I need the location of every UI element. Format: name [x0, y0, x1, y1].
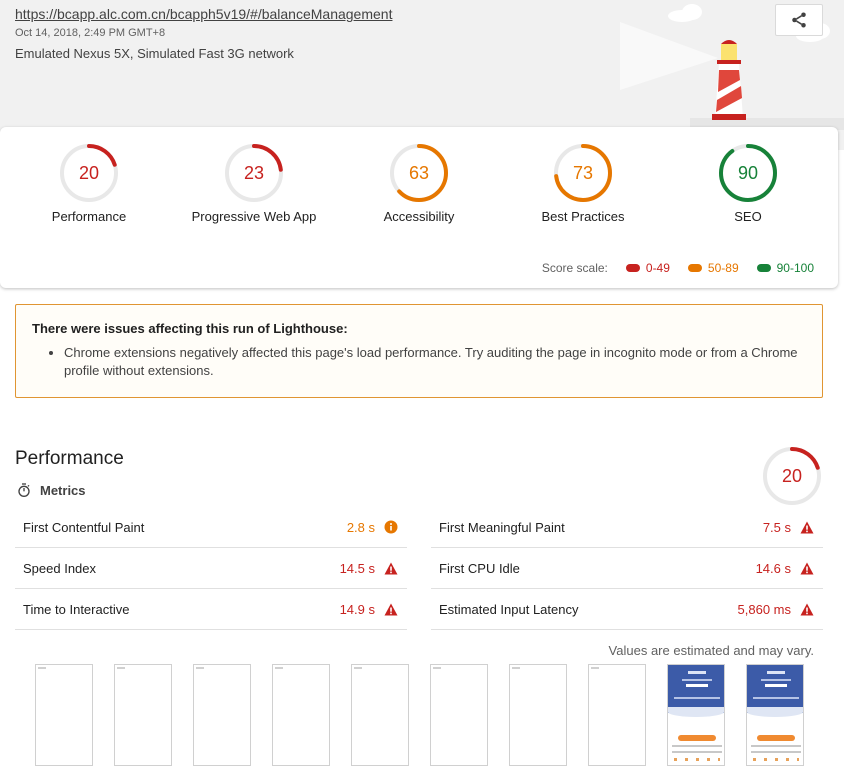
filmstrip-frame	[746, 664, 804, 766]
warning-icon	[800, 521, 814, 533]
scale-red-pill	[625, 264, 640, 272]
warning-icon	[800, 562, 814, 574]
report-date: Oct 14, 2018, 2:49 PM GMT+8	[15, 27, 166, 39]
score-ring: 20	[60, 144, 118, 202]
metric-speed-index: Speed Index 14.5 s	[15, 548, 407, 589]
gauge-label: Progressive Web App	[191, 209, 317, 224]
metric-value: 2.8 s	[346, 519, 375, 535]
scale-orange-pill	[687, 264, 702, 272]
gauge-label: Accessibility	[383, 209, 455, 224]
score-ring: 73	[554, 144, 612, 202]
metric-estimated-input-latency: Estimated Input Latency 5,860 ms	[431, 589, 823, 630]
metrics-label: Metrics	[40, 482, 86, 498]
scale-green-pill	[756, 264, 771, 272]
score-value: 63	[409, 163, 429, 183]
stopwatch-icon	[18, 483, 30, 497]
score-scale-label: Score scale:	[541, 261, 608, 275]
metric-value: 5,860 ms	[737, 601, 791, 617]
filmstrip-frame	[272, 664, 330, 766]
score-value: 73	[573, 163, 593, 183]
share-icon	[792, 12, 806, 28]
filmstrip-frame	[35, 664, 93, 766]
metrics-header: Metrics	[16, 482, 86, 498]
metric-first-contentful-paint: First Contentful Paint 2.8 s	[15, 507, 407, 548]
gauge-best-practices[interactable]: 73 Best Practices	[503, 143, 663, 224]
gauge-label: Best Practices	[541, 209, 625, 224]
score-scale-legend: Score scale: 0-49 50-89 90-100	[542, 261, 814, 275]
gauge-progressive-web-app[interactable]: 23 Progressive Web App	[174, 143, 334, 224]
metric-name: First Contentful Paint	[23, 519, 145, 535]
metric-first-cpu-idle: First CPU Idle 14.6 s	[431, 548, 823, 589]
filmstrip-frame	[193, 664, 251, 766]
performance-section-gauge[interactable]: 20	[762, 446, 822, 511]
warning-icon	[384, 603, 398, 615]
environment-info: Emulated Nexus 5X, Simulated Fast 3G net…	[15, 46, 294, 61]
run-warnings-box: There were issues affecting this run of …	[15, 304, 823, 398]
filmstrip-frame	[351, 664, 409, 766]
metric-name: Estimated Input Latency	[439, 601, 579, 617]
metric-name: First CPU Idle	[439, 560, 520, 576]
filmstrip-frame	[430, 664, 488, 766]
page-url-link[interactable]: https://bcapp.alc.com.cn/bcapph5v19/#/ba…	[15, 6, 392, 22]
filmstrip-frame	[667, 664, 725, 766]
metric-name: First Meaningful Paint	[439, 519, 565, 535]
score-ring: 23	[225, 144, 283, 202]
metric-time-to-interactive: Time to Interactive 14.9 s	[15, 589, 407, 630]
metric-value: 14.6 s	[755, 560, 791, 576]
score-value: 23	[244, 163, 264, 183]
estimate-note: Values are estimated and may vary.	[608, 643, 814, 658]
performance-section-title: Performance	[15, 448, 124, 469]
filmstrip-frame	[509, 664, 567, 766]
gauge-label: SEO	[734, 209, 762, 224]
warning-title: There were issues affecting this run of …	[32, 321, 348, 336]
info-icon	[384, 520, 398, 534]
warning-icon	[800, 603, 814, 615]
filmstrip-frame	[114, 664, 172, 766]
score-ring: 90	[719, 144, 777, 202]
warning-item: Chrome extensions negatively affected th…	[64, 344, 806, 380]
gauge-accessibility[interactable]: 63 Accessibility	[339, 143, 499, 224]
metric-first-meaningful-paint: First Meaningful Paint 7.5 s	[431, 507, 823, 548]
scale-range-average: 50-89	[707, 261, 739, 275]
score-value: 20	[782, 466, 802, 486]
gauge-seo[interactable]: 90 SEO	[668, 143, 828, 224]
warning-list: Chrome extensions negatively affected th…	[32, 344, 806, 380]
score-value: 20	[79, 163, 99, 183]
scale-range-fail: 0-49	[645, 261, 670, 275]
metric-value: 7.5 s	[762, 519, 791, 535]
score-ring: 20	[763, 447, 821, 505]
share-button[interactable]	[775, 4, 823, 36]
warning-icon	[384, 562, 398, 574]
score-value: 90	[738, 163, 758, 183]
scale-range-pass: 90-100	[776, 261, 814, 275]
metric-name: Time to Interactive	[23, 601, 130, 617]
gauge-label: Performance	[51, 209, 127, 224]
score-ring: 63	[390, 144, 448, 202]
metric-value: 14.5 s	[339, 560, 375, 576]
gauge-performance[interactable]: 20 Performance	[9, 143, 169, 224]
metric-name: Speed Index	[23, 560, 97, 576]
filmstrip-frame	[588, 664, 646, 766]
scores-summary-card: 20 Performance 23 Progressive Web App 63…	[0, 127, 838, 288]
metric-value: 14.9 s	[339, 601, 375, 617]
